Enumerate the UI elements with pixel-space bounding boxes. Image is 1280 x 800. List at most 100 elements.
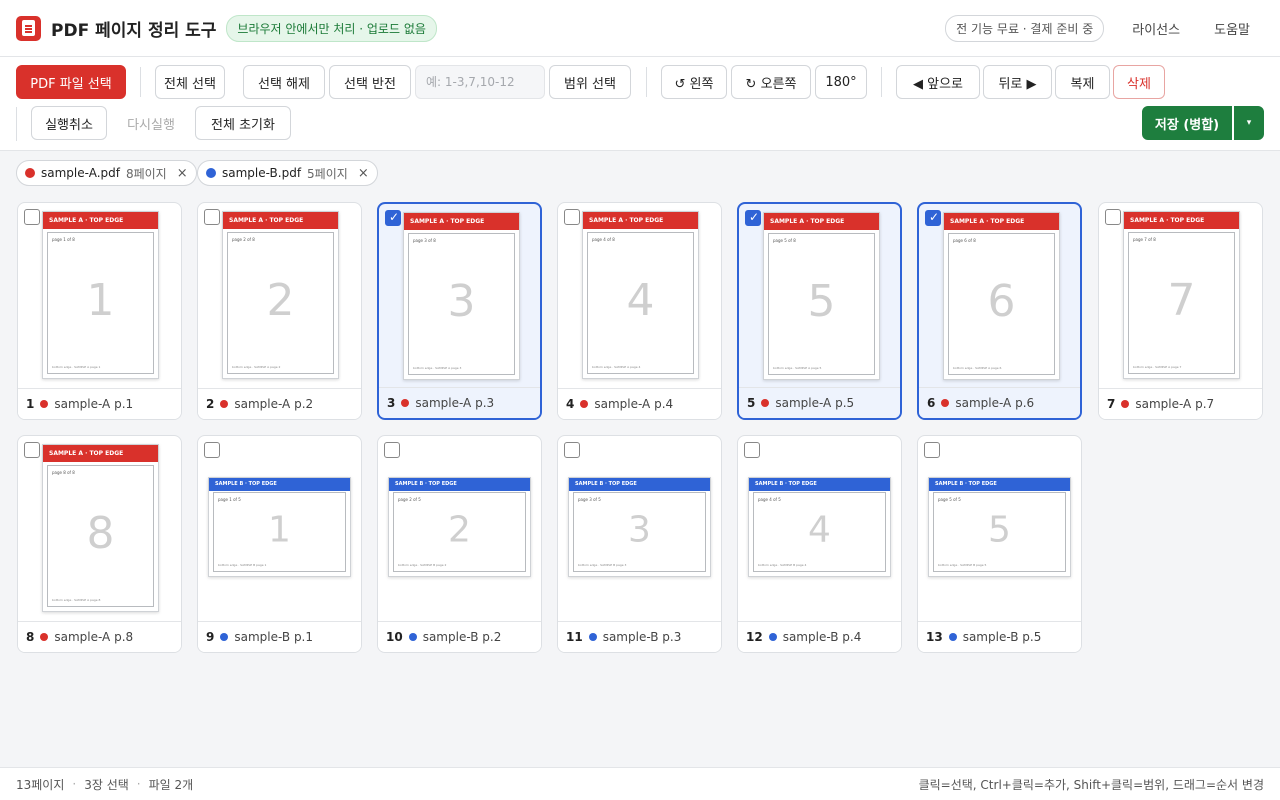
page-checkbox[interactable] [924, 442, 940, 458]
page-preview[interactable]: SAMPLE B · TOP EDGE page 3 of 5 3 bottom ed… [558, 436, 721, 622]
page-label: sample-A p.2 [234, 397, 314, 411]
page-checkbox[interactable] [384, 442, 400, 458]
page-checkbox[interactable] [24, 209, 40, 225]
range-input[interactable] [415, 65, 545, 99]
page-preview[interactable]: SAMPLE A · TOP EDGE page 2 of 8 2 bottom ed… [198, 203, 361, 389]
file-color-dot [761, 399, 770, 407]
page-big-number: 4 [808, 509, 831, 551]
page-index: 10 [386, 630, 403, 644]
page-preview[interactable]: SAMPLE B · TOP EDGE page 5 of 5 5 bottom ed… [918, 436, 1081, 622]
page-label: sample-B p.3 [602, 630, 682, 644]
page-card[interactable]: SAMPLE A · TOP EDGE page 7 of 8 7 bottom ed… [1098, 202, 1263, 420]
page-preview[interactable]: SAMPLE A · TOP EDGE page 4 of 8 4 bottom ed… [558, 203, 721, 389]
page-card-footer: 9 sample-B p.1 [198, 621, 361, 652]
page-frame: page 5 of 5 5 bottom edge · SAMPLE B page … [933, 492, 1066, 572]
page-frame: page 1 of 5 1 bottom edge · SAMPLE B page … [213, 492, 346, 572]
page-card[interactable]: SAMPLE A · TOP EDGE page 1 of 8 1 bottom ed… [17, 202, 182, 420]
page-preview[interactable]: ✓ SAMPLE A · TOP EDGE page 6 of 8 6 bottom e… [919, 204, 1080, 390]
page-card[interactable]: SAMPLE A · TOP EDGE page 2 of 8 2 bottom ed… [197, 202, 362, 420]
redo-button[interactable]: 다시실행 [111, 106, 191, 140]
checkmark-icon: ✓ [389, 210, 400, 224]
page-preview[interactable]: SAMPLE B · TOP EDGE page 2 of 5 2 bottom ed… [378, 436, 541, 622]
page-card-footer: 4 sample-A p.4 [558, 388, 721, 419]
select-all-button[interactable]: 전체 선택 [155, 65, 225, 99]
page-preview[interactable]: SAMPLE A · TOP EDGE page 1 of 8 1 bottom ed… [18, 203, 181, 389]
page-card[interactable]: SAMPLE A · TOP EDGE page 8 of 8 8 bottom ed… [17, 435, 182, 653]
page-big-number: 7 [1167, 274, 1196, 326]
page-card[interactable]: SAMPLE A · TOP EDGE page 4 of 8 4 bottom ed… [557, 202, 722, 420]
status-separator: · [72, 777, 77, 791]
page-card[interactable]: SAMPLE B · TOP EDGE page 4 of 5 4 bottom ed… [737, 435, 902, 653]
page-card[interactable]: SAMPLE B · TOP EDGE page 1 of 5 1 bottom ed… [197, 435, 362, 653]
page-frame: page 8 of 8 8 bottom edge · SAMPLE A page … [47, 465, 154, 607]
page-preview[interactable]: ✓ SAMPLE A · TOP EDGE page 5 of 8 5 bottom e… [739, 204, 900, 390]
delete-button[interactable]: 삭제 [1113, 65, 1165, 99]
range-select-button[interactable]: 범위 선택 [549, 65, 631, 99]
move-forward-button[interactable]: ◀ 앞으로 [896, 65, 980, 99]
page-preview[interactable]: SAMPLE A · TOP EDGE page 8 of 8 8 bottom ed… [18, 436, 181, 622]
page-checkbox[interactable]: ✓ [925, 210, 941, 226]
rotate-left-button[interactable]: ↺ 왼쪽 [661, 65, 727, 99]
file-color-dot [220, 400, 229, 408]
page-preview[interactable]: SAMPLE A · TOP EDGE page 7 of 8 7 bottom ed… [1099, 203, 1262, 389]
duplicate-button[interactable]: 복제 [1055, 65, 1110, 99]
page-checkbox[interactable] [204, 209, 220, 225]
page-big-number: 5 [988, 509, 1011, 551]
page-card[interactable]: ✓ SAMPLE A · TOP EDGE page 6 of 8 6 bottom e… [917, 202, 1082, 420]
remove-file-icon[interactable]: × [358, 166, 369, 181]
page-index: 7 [1107, 397, 1116, 411]
page-bottom-caption: bottom edge · SAMPLE A page 3 [413, 366, 462, 370]
page-preview[interactable]: SAMPLE B · TOP EDGE page 1 of 5 1 bottom ed… [198, 436, 361, 622]
page-bottom-caption: bottom edge · SAMPLE A page 2 [232, 365, 281, 369]
deselect-button[interactable]: 선택 해제 [243, 65, 325, 99]
file-color-dot [588, 633, 597, 641]
page-frame: page 3 of 5 3 bottom edge · SAMPLE B page … [573, 492, 706, 572]
page-big-number: 4 [626, 274, 655, 326]
help-link[interactable]: 도움말 [1200, 13, 1264, 44]
license-link[interactable]: 라이선스 [1118, 13, 1194, 44]
page-checkbox[interactable] [1105, 209, 1121, 225]
page-checkbox[interactable] [564, 209, 580, 225]
page-checkbox[interactable]: ✓ [385, 210, 401, 226]
save-merge-button[interactable]: 저장 (병합) [1142, 106, 1232, 140]
page-frame: page 6 of 8 6 bottom edge · SAMPLE A page … [948, 233, 1055, 375]
page-frame: page 1 of 8 1 bottom edge · SAMPLE A page … [47, 232, 154, 374]
move-back-button[interactable]: 뒤로 ▶ [983, 65, 1052, 99]
page-caption: page 2 of 8 [232, 237, 255, 242]
invert-selection-button[interactable]: 선택 반전 [329, 65, 411, 99]
page-label: sample-A p.6 [955, 396, 1035, 410]
rotate-180-button[interactable]: 180° [815, 65, 867, 99]
page-checkbox[interactable] [744, 442, 760, 458]
page-index: 2 [206, 397, 215, 411]
file-color-dot [941, 399, 950, 407]
save-menu-chevron-icon[interactable]: ▾ [1234, 106, 1264, 140]
page-checkbox[interactable] [564, 442, 580, 458]
page-bottom-caption: bottom edge · SAMPLE B page 2 [398, 563, 447, 567]
rotate-right-button[interactable]: ↻ 오른쪽 [731, 65, 811, 99]
page-card[interactable]: SAMPLE B · TOP EDGE page 5 of 5 5 bottom ed… [917, 435, 1082, 653]
page-caption: page 8 of 8 [52, 470, 75, 475]
page-top-band: SAMPLE B · TOP EDGE [749, 478, 890, 491]
page-bottom-caption: bottom edge · SAMPLE A page 1 [52, 365, 101, 369]
page-checkbox[interactable] [204, 442, 220, 458]
reset-button[interactable]: 전체 초기화 [195, 106, 291, 140]
page-top-band: SAMPLE A · TOP EDGE [944, 213, 1059, 230]
page-card[interactable]: ✓ SAMPLE A · TOP EDGE page 3 of 8 3 bottom e… [377, 202, 542, 420]
page-thumbnail: SAMPLE A · TOP EDGE page 4 of 8 4 bottom ed… [582, 211, 699, 379]
page-card[interactable]: SAMPLE B · TOP EDGE page 2 of 5 2 bottom ed… [377, 435, 542, 653]
page-thumbnail: SAMPLE B · TOP EDGE page 1 of 5 1 bottom ed… [208, 477, 351, 577]
select-pdf-button[interactable]: PDF 파일 선택 [16, 65, 126, 99]
page-card-footer: 1 sample-A p.1 [18, 388, 181, 419]
page-card[interactable]: ✓ SAMPLE A · TOP EDGE page 5 of 8 5 bottom e… [737, 202, 902, 420]
page-index: 13 [926, 630, 943, 644]
file-color-dot [40, 400, 49, 408]
pdf-logo-icon [16, 15, 41, 41]
page-card[interactable]: SAMPLE B · TOP EDGE page 3 of 5 3 bottom ed… [557, 435, 722, 653]
page-thumbnail: SAMPLE A · TOP EDGE page 7 of 8 7 bottom ed… [1123, 211, 1240, 379]
remove-file-icon[interactable]: × [177, 166, 188, 181]
undo-button[interactable]: 실행취소 [31, 106, 107, 140]
page-preview[interactable]: SAMPLE B · TOP EDGE page 4 of 5 4 bottom ed… [738, 436, 901, 622]
page-preview[interactable]: ✓ SAMPLE A · TOP EDGE page 3 of 8 3 bottom e… [379, 204, 540, 390]
page-checkbox[interactable]: ✓ [745, 210, 761, 226]
page-checkbox[interactable] [24, 442, 40, 458]
